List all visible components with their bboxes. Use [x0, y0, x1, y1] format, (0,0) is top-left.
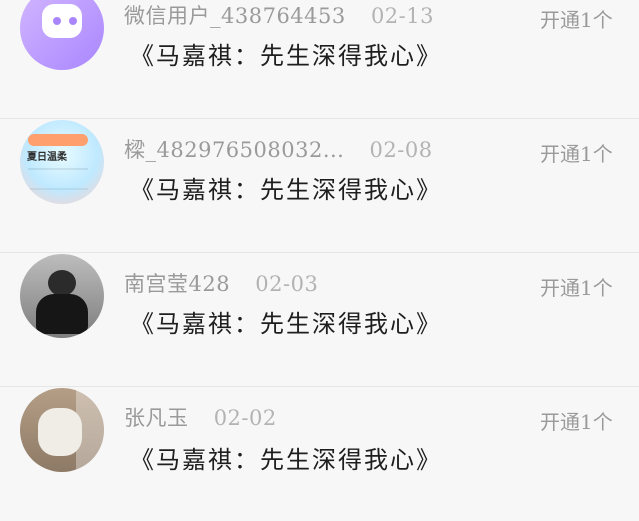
message-list: 微信用户_438764453 02-13 《马嘉祺：先生深得我心》 开通1个 夏… — [0, 0, 639, 474]
list-item[interactable]: 张凡玉 02-02 《马嘉祺：先生深得我心》 开通1个 — [0, 388, 639, 521]
date: 02-08 — [369, 138, 433, 162]
message-text[interactable]: 《马嘉祺：先生深得我心》 — [130, 170, 442, 205]
child — [38, 408, 82, 456]
list-item[interactable]: 微信用户_438764453 02-13 《马嘉祺：先生深得我心》 开通1个 — [0, 0, 639, 119]
item-meta: 张凡玉 02-02 — [124, 402, 277, 432]
list-item[interactable]: 夏日温柔 樑_482976508032... 02-08 《马嘉祺：先生深得我心… — [0, 120, 639, 253]
status-text: 开通1个 — [540, 410, 613, 434]
date: 02-02 — [213, 406, 277, 430]
avatar-lines — [28, 168, 88, 190]
person-head — [48, 270, 76, 296]
avatar[interactable] — [20, 388, 104, 472]
status-text: 开通1个 — [540, 276, 613, 300]
avatar[interactable] — [20, 0, 104, 70]
date: 02-13 — [370, 4, 434, 28]
username[interactable]: 樑_482976508032... — [124, 138, 344, 162]
person-body — [36, 294, 88, 334]
badge — [28, 134, 88, 146]
avatar-title: 夏日温柔 — [27, 152, 67, 163]
date: 02-03 — [255, 272, 319, 296]
username[interactable]: 南宫莹428 — [124, 272, 230, 296]
username[interactable]: 微信用户_438764453 — [124, 4, 346, 28]
item-meta: 南宫莹428 02-03 — [124, 268, 318, 298]
list-item[interactable]: 南宫莹428 02-03 《马嘉祺：先生深得我心》 开通1个 — [0, 254, 639, 387]
item-meta: 微信用户_438764453 02-13 — [124, 0, 434, 30]
eye-right — [69, 17, 77, 25]
status-text: 开通1个 — [540, 8, 613, 32]
avatar[interactable]: 夏日温柔 — [20, 120, 104, 204]
message-text[interactable]: 《马嘉祺：先生深得我心》 — [130, 304, 442, 339]
item-meta: 樑_482976508032... 02-08 — [124, 134, 433, 164]
message-text[interactable]: 《马嘉祺：先生深得我心》 — [130, 36, 442, 71]
eye-left — [53, 17, 61, 25]
username[interactable]: 张凡玉 — [124, 406, 189, 430]
avatar[interactable] — [20, 254, 104, 338]
status-text: 开通1个 — [540, 142, 613, 166]
